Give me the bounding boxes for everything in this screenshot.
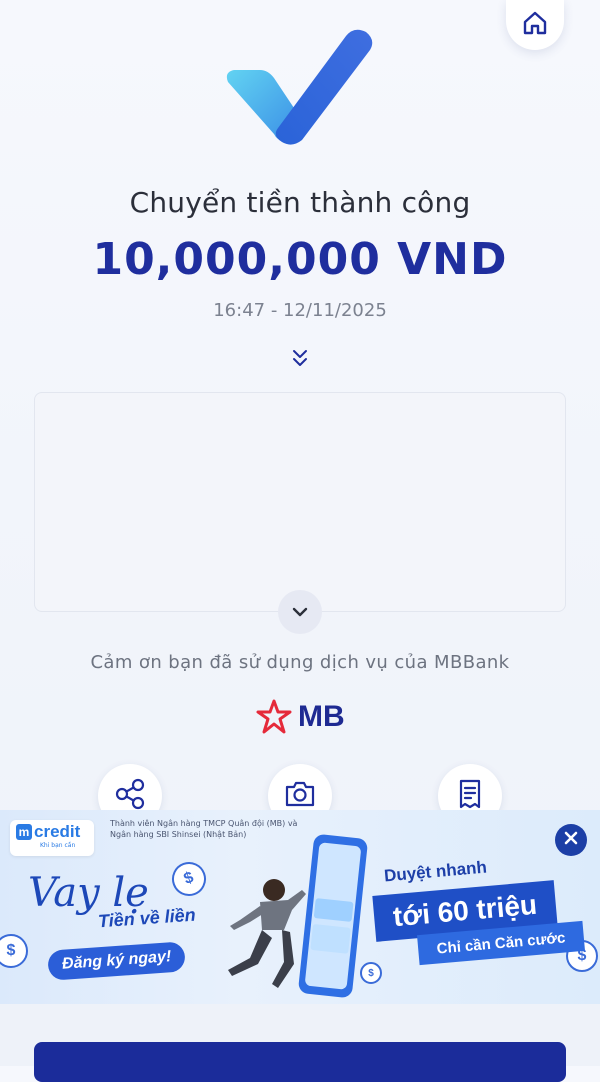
mcredit-logo-tagline: Khi bạn cần [40, 842, 76, 849]
banner-approval-text: Duyệt nhanh [383, 857, 488, 886]
dollar-coin-icon: $ [0, 934, 28, 968]
thanks-message: Cảm ơn bạn đã sử dụng dịch vụ của MBBank [90, 652, 510, 673]
mcredit-logo: m credit Khi bạn cần [10, 820, 94, 856]
success-check-icon [220, 20, 380, 148]
mcredit-logo-name: credit [34, 822, 81, 841]
register-now-button[interactable]: Đăng ký ngay! [47, 941, 187, 981]
details-toggle-button[interactable] [278, 590, 322, 634]
mb-star-icon [256, 699, 292, 734]
close-icon [563, 830, 579, 850]
bottom-primary-button[interactable] [34, 1042, 566, 1082]
chevron-down-icon [291, 603, 309, 622]
promo-banner[interactable]: m credit Khi bạn cần Thành viên Ngân hàn… [0, 810, 600, 1004]
banner-close-button[interactable] [555, 824, 587, 856]
home-icon [521, 9, 549, 41]
mb-logo-text: MB [298, 700, 345, 733]
mb-logo: MB [256, 697, 348, 737]
transfer-datetime: 16:47 - 12/11/2025 [213, 300, 387, 321]
transfer-amount: 10,000,000 VND [92, 234, 508, 285]
mcredit-logo-m: m [16, 824, 32, 840]
dollar-coin-icon: $ [167, 857, 211, 901]
home-button[interactable] [506, 0, 564, 50]
banner-requirement-text: Chỉ cần Căn cước [435, 928, 567, 958]
promo-illustration [210, 830, 370, 1000]
transaction-details-card [34, 392, 566, 612]
double-chevron-down-icon[interactable] [290, 348, 310, 370]
transfer-status-title: Chuyển tiền thành công [129, 186, 471, 219]
